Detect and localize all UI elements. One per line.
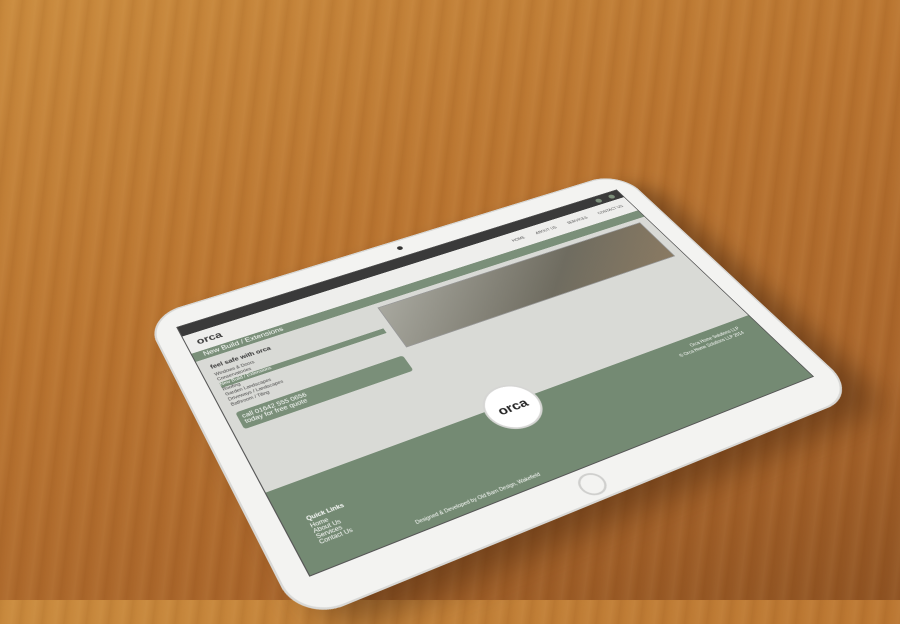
footer-logo-badge: orca	[474, 379, 551, 435]
facebook-icon[interactable]	[593, 197, 603, 204]
quick-links: Quick Links Home About Us Services Conta…	[306, 503, 360, 546]
twitter-icon[interactable]	[606, 193, 616, 199]
nav-services[interactable]: SERVICES	[566, 216, 589, 225]
home-button[interactable]	[572, 469, 613, 500]
nav-home[interactable]: HOME	[511, 236, 526, 243]
front-camera	[396, 245, 404, 251]
nav-contact[interactable]: CONTACT US	[597, 205, 625, 216]
photo-scene: orca HOME ABOUT US SERVICES CONTACT US N…	[0, 0, 900, 624]
designer-credit[interactable]: Designed & Developed by Old Barn Design,…	[414, 472, 542, 526]
company-address: Orca Home Solutions LLP © Orca Home Solu…	[674, 326, 747, 359]
tablet-device: orca HOME ABOUT US SERVICES CONTACT US N…	[144, 171, 860, 624]
nav-about[interactable]: ABOUT US	[535, 226, 558, 236]
tablet-screen: orca HOME ABOUT US SERVICES CONTACT US N…	[176, 189, 815, 577]
